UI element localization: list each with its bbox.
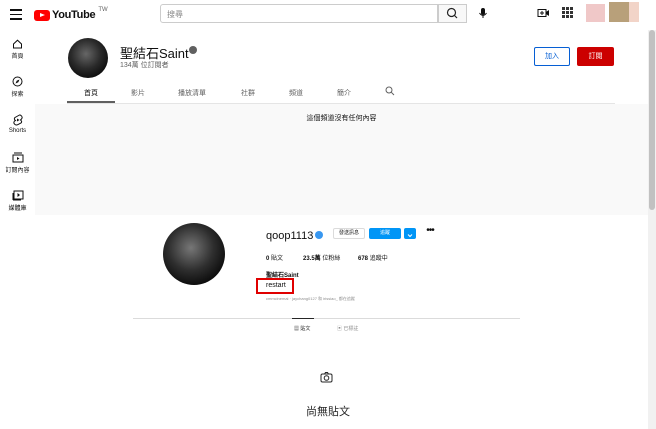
followed-by-text[interactable]: cmmcinemai · jaychang0127 和 irissiao_ 都在… (266, 296, 355, 302)
avatar-edge (629, 2, 639, 22)
sidebar-item-library[interactable]: 媒體庫 (0, 190, 35, 212)
message-button[interactable]: 發送訊息 (333, 228, 365, 239)
followers-count[interactable]: 23.5萬 位粉絲 (303, 253, 340, 262)
empty-channel-message: 這個頻道沒有任何內容 (306, 115, 377, 122)
ig-username: qoop1113 (266, 230, 314, 242)
posts-count: 0 貼文 (266, 256, 284, 262)
tab-home[interactable]: 首頁 (84, 88, 98, 98)
follow-button[interactable]: 追蹤 (369, 228, 401, 239)
verified-badge-icon (189, 46, 197, 54)
divider (67, 103, 615, 104)
logo-text: YouTube (52, 9, 96, 21)
tab-playlists[interactable]: 播放清單 (178, 88, 206, 98)
join-button[interactable]: 加入 (534, 47, 570, 66)
youtube-logo[interactable]: YouTube TW (34, 7, 108, 21)
active-tab-indicator (292, 318, 314, 319)
notification-thumb[interactable] (586, 4, 605, 22)
shorts-icon (12, 114, 23, 126)
subscriber-count: 134萬 位訂閱者 (120, 62, 169, 69)
tab-channels[interactable]: 頻道 (289, 88, 303, 98)
microphone-icon[interactable] (476, 6, 490, 20)
tag-icon: ▣ (337, 326, 343, 332)
sidebar-item-label: 首頁 (11, 54, 24, 60)
sidebar: 首頁 探索 Shorts 訂閱內容 媒體庫 (0, 30, 35, 215)
channel-avatar[interactable] (68, 38, 108, 78)
tab-videos[interactable]: 影片 (131, 88, 145, 98)
scrollbar-thumb[interactable] (649, 30, 655, 210)
sidebar-item-home[interactable]: 首頁 (0, 39, 35, 60)
tab-tagged[interactable]: ▣ 已標註 (337, 325, 358, 332)
library-icon (12, 190, 23, 201)
highlight-box (256, 278, 294, 294)
instagram-profile (0, 215, 648, 429)
create-video-icon[interactable] (536, 6, 550, 20)
divider (133, 318, 520, 319)
sidebar-item-shorts[interactable]: Shorts (0, 114, 35, 134)
sidebar-item-label: 媒體庫 (8, 206, 27, 212)
region-code: TW (98, 7, 108, 13)
profile-avatar[interactable] (163, 223, 225, 285)
sidebar-item-subscriptions[interactable]: 訂閱內容 (0, 152, 35, 174)
suggestions-button[interactable] (404, 228, 416, 239)
sidebar-item-label: 探索 (11, 92, 24, 98)
no-posts-message: 尚無貼文 (306, 406, 350, 418)
more-options-icon[interactable]: ••• (424, 226, 436, 239)
search-button[interactable] (438, 4, 467, 23)
grid-icon: ▦ (294, 326, 300, 332)
tab-posts[interactable]: ▦ 貼文 (294, 325, 310, 332)
sidebar-item-label: 訂閱內容 (5, 168, 30, 174)
subscriptions-icon (12, 152, 23, 163)
search-icon (446, 7, 458, 19)
apps-grid-icon[interactable] (562, 7, 573, 18)
search-input[interactable]: 搜尋 (160, 4, 438, 23)
home-icon (13, 39, 22, 49)
subscribe-button[interactable]: 訂閱 (577, 47, 614, 66)
ig-verified-icon (315, 231, 323, 239)
sidebar-item-explore[interactable]: 探索 (0, 76, 35, 98)
channel-search-icon[interactable] (385, 86, 395, 96)
tab-community[interactable]: 社群 (241, 88, 255, 98)
chevron-down-icon (407, 234, 413, 238)
tab-about[interactable]: 簡介 (337, 88, 351, 98)
avatar[interactable] (609, 2, 629, 22)
camera-icon (320, 372, 333, 383)
youtube-play-icon (34, 9, 50, 21)
menu-icon[interactable] (10, 9, 22, 20)
sidebar-item-label: Shorts (8, 128, 27, 134)
compass-icon (12, 76, 23, 87)
following-count[interactable]: 678 追蹤中 (358, 253, 388, 262)
